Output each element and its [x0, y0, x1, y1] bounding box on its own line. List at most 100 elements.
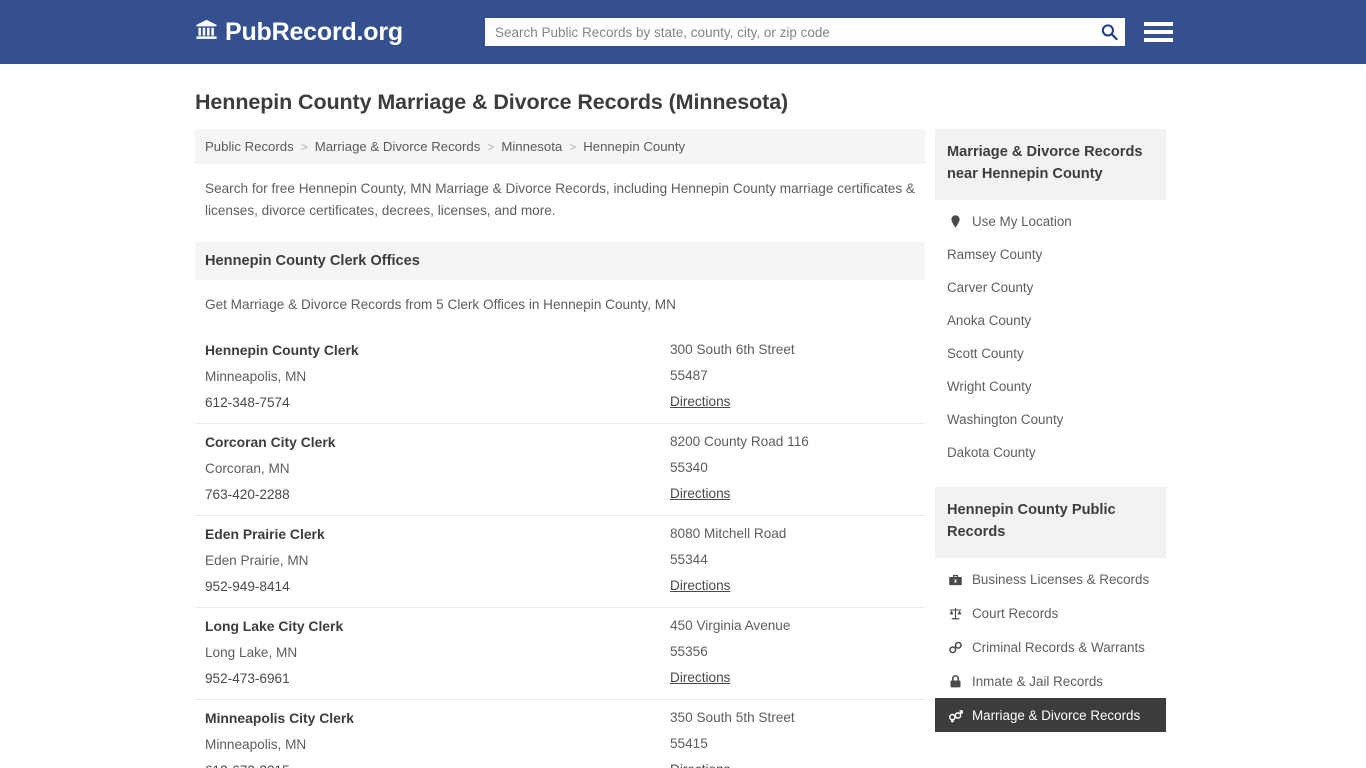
handcuffs-icon: [947, 639, 963, 655]
sidebar-item-dakota-county[interactable]: Dakota County: [935, 436, 1166, 469]
menu-bar-2: [1143, 30, 1173, 34]
breadcrumb-item[interactable]: Minnesota: [501, 139, 562, 154]
clerk-office-row: Minneapolis City Clerk Minneapolis, MN 612…: [195, 700, 925, 768]
padlock-icon: [947, 673, 963, 689]
directions-link[interactable]: Directions: [670, 762, 915, 768]
breadcrumb-separator: >: [569, 139, 577, 154]
office-zip: 55356: [670, 644, 708, 660]
site-logo[interactable]: PubRecord.org: [195, 18, 403, 47]
public-records-group: Hennepin County Public Records Business …: [935, 487, 1166, 733]
clerk-office-row: Hennepin County Clerk Minneapolis, MN 612-…: [195, 332, 925, 425]
office-info: Minneapolis City Clerk Minneapolis, MN 612…: [205, 710, 670, 768]
sidebar-item-anoka-county[interactable]: Anoka County: [935, 304, 1166, 337]
sidebar-item-label: Court Records: [972, 605, 1059, 621]
sidebar-item-label: Carver County: [947, 280, 1034, 296]
public-records-heading: Hennepin County Public Records: [935, 487, 1166, 559]
office-phone[interactable]: 952-949-8414: [205, 579, 670, 594]
office-address: 300 South 6th Street: [670, 342, 795, 358]
office-info: Eden Prairie Clerk Eden Prairie, MN 952-94…: [205, 526, 670, 594]
breadcrumb-separator: >: [300, 139, 308, 154]
office-phone[interactable]: 763-420-2288: [205, 487, 670, 502]
office-phone[interactable]: 612-673-2215: [205, 763, 670, 768]
office-address: 450 Virginia Avenue: [670, 618, 791, 634]
sidebar-item-scott-county[interactable]: Scott County: [935, 337, 1166, 370]
office-address-block: 450 Virginia Avenue 55356 Directions: [670, 618, 915, 686]
breadcrumb-item[interactable]: Hennepin County: [583, 139, 685, 154]
sidebar-item-label: Use My Location: [972, 213, 1072, 229]
sidebar-item-label: Ramsey County: [947, 247, 1043, 263]
directions-link[interactable]: Directions: [670, 578, 915, 593]
search-icon: [1101, 24, 1118, 41]
office-zip: 55415: [670, 736, 708, 752]
office-zip: 55344: [670, 552, 708, 568]
nearby-records-heading: Marriage & Divorce Records near Hennepin…: [935, 129, 1166, 201]
breadcrumb-item[interactable]: Marriage & Divorce Records: [315, 139, 481, 154]
office-info: Corcoran City Clerk Corcoran, MN 763-420-2…: [205, 434, 670, 502]
office-address-block: 300 South 6th Street 55487 Directions: [670, 342, 915, 410]
office-name: Long Lake City Clerk: [205, 618, 344, 635]
clerk-offices-list: Hennepin County Clerk Minneapolis, MN 612-…: [195, 332, 925, 768]
clerk-office-row: Eden Prairie Clerk Eden Prairie, MN 952-94…: [195, 516, 925, 609]
site-logo-text: PubRecord.org: [225, 17, 403, 46]
office-address: 8080 Mitchell Road: [670, 526, 787, 542]
search-button[interactable]: [1100, 23, 1119, 42]
office-name: Minneapolis City Clerk: [205, 710, 354, 727]
office-address: 350 South 5th Street: [670, 710, 795, 726]
office-phone[interactable]: 612-348-7574: [205, 395, 670, 410]
office-name: Corcoran City Clerk: [205, 434, 336, 451]
breadcrumb-separator: >: [487, 139, 495, 154]
office-info: Hennepin County Clerk Minneapolis, MN 612-…: [205, 342, 670, 410]
office-phone[interactable]: 952-473-6961: [205, 671, 670, 686]
office-city-state: Eden Prairie, MN: [205, 553, 309, 569]
sidebar-item-wright-county[interactable]: Wright County: [935, 370, 1166, 403]
directions-link[interactable]: Directions: [670, 486, 915, 501]
clerk-office-row: Corcoran City Clerk Corcoran, MN 763-420-2…: [195, 424, 925, 517]
scales-of-justice-icon: [947, 605, 963, 621]
office-address: 8200 County Road 116: [670, 434, 809, 450]
page-intro: Search for free Hennepin County, MN Marr…: [205, 181, 915, 219]
gender-symbols-icon: [947, 707, 963, 723]
sidebar-item-label: Wright County: [947, 379, 1032, 395]
office-info: Long Lake City Clerk Long Lake, MN 952-473…: [205, 618, 670, 686]
office-zip: 55340: [670, 460, 708, 476]
office-address-block: 350 South 5th Street 55415 Directions: [670, 710, 915, 768]
menu-bar-1: [1143, 22, 1173, 26]
content-columns: Public Records > Marriage & Divorce Record…: [195, 129, 1171, 768]
public-records-list: Business Licenses & Records Court Records…: [935, 558, 1166, 733]
sidebar-item-criminal-records-warrants[interactable]: Criminal Records & Warrants: [935, 630, 1166, 664]
sidebar-item-ramsey-county[interactable]: Ramsey County: [935, 238, 1166, 271]
directions-link[interactable]: Directions: [670, 394, 915, 409]
sidebar-item-label: Dakota County: [947, 445, 1036, 461]
nearby-counties-list: Use My Location Ramsey County Carver Count…: [935, 200, 1166, 469]
office-city-state: Corcoran, MN: [205, 461, 290, 477]
sidebar-item-label: Anoka County: [947, 313, 1032, 329]
sidebar-item-label: Marriage & Divorce Records: [972, 707, 1141, 723]
menu-bar-3: [1143, 38, 1173, 42]
clerk-offices-heading: Hennepin County Clerk Offices: [195, 242, 925, 281]
sidebar-item-carver-county[interactable]: Carver County: [935, 271, 1166, 304]
sidebar-item-marriage-divorce-records[interactable]: Marriage & Divorce Records: [935, 698, 1166, 733]
site-header: PubRecord.org: [0, 0, 1366, 64]
office-name: Hennepin County Clerk: [205, 342, 359, 359]
bank-building-icon: [195, 18, 218, 46]
sidebar-item-label: Business Licenses & Records: [972, 571, 1150, 587]
office-address-block: 8200 County Road 116 55340 Directions: [670, 434, 915, 502]
directions-link[interactable]: Directions: [670, 670, 915, 685]
page-container: Hennepin County Marriage & Divorce Recor…: [0, 90, 1366, 768]
breadcrumb: Public Records > Marriage & Divorce Record…: [195, 129, 925, 164]
search-input[interactable]: [484, 18, 1125, 46]
sidebar-item-use-my-location[interactable]: Use My Location: [935, 204, 1166, 238]
sidebar-item-business-licenses-records[interactable]: Business Licenses & Records: [935, 562, 1166, 596]
office-name: Eden Prairie Clerk: [205, 526, 325, 543]
sidebar-item-inmate-jail-records[interactable]: Inmate & Jail Records: [935, 664, 1166, 698]
breadcrumb-item[interactable]: Public Records: [205, 139, 294, 154]
hamburger-menu-icon[interactable]: [1143, 19, 1173, 45]
sidebar-item-label: Scott County: [947, 346, 1024, 362]
office-address-block: 8080 Mitchell Road 55344 Directions: [670, 526, 915, 594]
sidebar-item-washington-county[interactable]: Washington County: [935, 403, 1166, 436]
sidebar-item-court-records[interactable]: Court Records: [935, 596, 1166, 630]
sidebar-item-label: Criminal Records & Warrants: [972, 639, 1145, 655]
sidebar-item-label: Inmate & Jail Records: [972, 673, 1103, 689]
clerk-offices-subheading: Get Marriage & Divorce Records from 5 Cl…: [205, 297, 676, 313]
briefcase-icon: [947, 571, 963, 587]
